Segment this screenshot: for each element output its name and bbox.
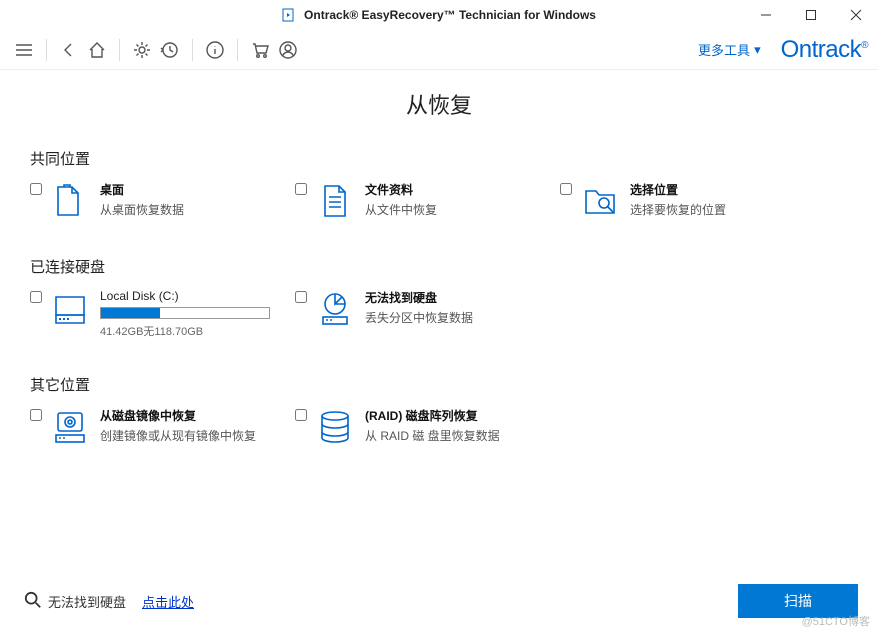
checkbox-lost-partition[interactable] <box>295 291 307 303</box>
menu-button[interactable] <box>10 36 38 64</box>
item-desc: 从 RAID 磁 盘​里​恢复​数据 <box>365 427 500 444</box>
search-icon <box>24 591 42 612</box>
checkbox-location[interactable] <box>560 183 572 195</box>
item-lost-partition[interactable]: 无法​找到​硬盘 丢失​分区​中​恢复​数据 <box>295 289 560 339</box>
item-desc: 创建​镜像​或​从​现有​镜像​中​恢复 <box>100 427 256 444</box>
more-tools-dropdown[interactable]: 更多​工具 ▾ <box>698 40 761 59</box>
item-local-disk[interactable]: Local Disk (C:) 41.42GB无118.70GB <box>30 289 295 339</box>
section-title: 已​连​接​硬​盘 <box>30 256 848 277</box>
checkbox-documents[interactable] <box>295 183 307 195</box>
item-title: 从​磁盘​镜像​中​恢复 <box>100 407 256 424</box>
section-common-locations: 共同位置 桌面 从桌面恢复数据 文件资料 从​文件​中​恢复 <box>30 148 848 221</box>
separator <box>237 39 238 61</box>
separator <box>46 39 47 61</box>
settings-button[interactable] <box>128 36 156 64</box>
item-desc: 从桌面恢复数据 <box>100 201 184 218</box>
app-icon <box>282 7 298 23</box>
section-other-locations: 其它位置 从​磁盘​镜像​中​恢复 创建​镜像​或​从​现有​镜像​中​恢复 (… <box>30 374 848 447</box>
drive-icon <box>50 289 90 329</box>
item-documents[interactable]: 文件资料 从​文件​中​恢复 <box>295 181 560 221</box>
back-button[interactable] <box>55 36 83 64</box>
section-title: 共同位置 <box>30 148 848 169</box>
history-button[interactable] <box>156 36 184 64</box>
info-button[interactable] <box>201 36 229 64</box>
watermark: @51CTO博客 <box>802 613 870 629</box>
checkbox-local-disk[interactable] <box>30 291 42 303</box>
chevron-down-icon: ▾ <box>754 42 761 58</box>
item-desc: 选择​要​恢复​的​位置 <box>630 201 726 218</box>
item-title: 文件资料 <box>365 181 437 198</box>
disk-usage-bar <box>100 307 270 319</box>
section-connected-drives: 已​连​接​硬​盘 Local Disk (C:) 41.42GB无118.70… <box>30 256 848 339</box>
disk-name: Local Disk (C:) <box>100 289 295 303</box>
home-button[interactable] <box>83 36 111 64</box>
item-title: 选择位置 <box>630 181 726 198</box>
more-tools-label: 更多​工具 <box>698 40 750 59</box>
page-title: 从恢复 <box>0 88 878 120</box>
folder-search-icon <box>580 181 620 221</box>
item-title: (RAID) 磁盘​阵列​恢复 <box>365 407 500 424</box>
maximize-button[interactable] <box>788 0 833 30</box>
user-button[interactable] <box>274 36 302 64</box>
item-title: 无法​找到​硬盘 <box>365 289 473 306</box>
brand-logo: Ontrack® <box>781 36 868 64</box>
footer-text: 无法​找到​硬盘 <box>48 592 126 611</box>
checkbox-raid[interactable] <box>295 409 307 421</box>
separator <box>119 39 120 61</box>
disk-image-icon <box>50 407 90 447</box>
close-button[interactable] <box>833 0 878 30</box>
click-here-link[interactable]: 点击​此处 <box>142 592 194 611</box>
window-title: Ontrack® EasyRecovery™ Technician for Wi… <box>304 8 596 22</box>
cart-button[interactable] <box>246 36 274 64</box>
raid-icon <box>315 407 355 447</box>
checkbox-desktop[interactable] <box>30 183 42 195</box>
section-title: 其它位置 <box>30 374 848 395</box>
item-desktop[interactable]: 桌面 从桌面恢复数据 <box>30 181 295 221</box>
disk-size: 41.42GB无118.70GB <box>100 323 295 339</box>
footer: 无法​找到​硬盘 点击​此处 扫描 <box>0 571 878 631</box>
documents-icon <box>315 181 355 221</box>
separator <box>192 39 193 61</box>
item-title: 桌面 <box>100 181 184 198</box>
checkbox-disk-image[interactable] <box>30 409 42 421</box>
toolbar: 更多​工具 ▾ Ontrack® <box>0 30 878 70</box>
item-choose-location[interactable]: 选择位置 选择​要​恢复​的​位置 <box>560 181 825 221</box>
desktop-icon <box>50 181 90 221</box>
item-raid[interactable]: (RAID) 磁盘​阵列​恢复 从 RAID 磁 盘​里​恢复​数据 <box>295 407 560 447</box>
titlebar: Ontrack® EasyRecovery™ Technician for Wi… <box>0 0 878 30</box>
item-desc: 从​文件​中​恢复 <box>365 201 437 218</box>
item-disk-image[interactable]: 从​磁盘​镜像​中​恢复 创建​镜像​或​从​现有​镜像​中​恢复 <box>30 407 295 447</box>
item-desc: 丢失​分区​中​恢复​数据 <box>365 309 473 326</box>
minimize-button[interactable] <box>743 0 788 30</box>
lost-partition-icon <box>315 289 355 329</box>
